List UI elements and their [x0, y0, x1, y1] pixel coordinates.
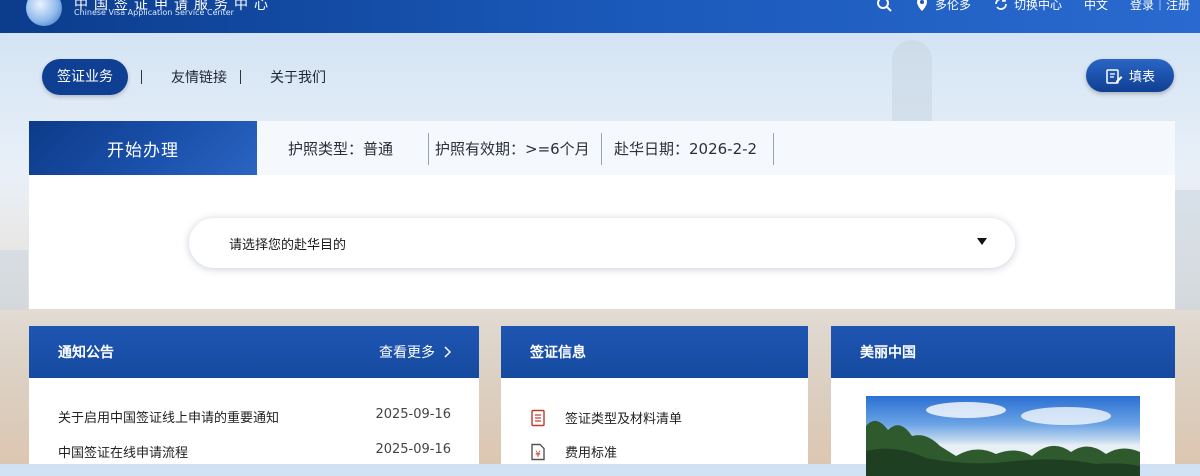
view-more-label: 查看更多 [379, 345, 435, 361]
visa-info-card-header: 签证信息 [501, 326, 808, 378]
background-building [1175, 190, 1200, 310]
login-register-link[interactable]: 登录｜注册 [1130, 0, 1190, 13]
nav-item-friendly-links[interactable]: 友情链接 [171, 67, 227, 87]
language-switch[interactable]: 中文 [1084, 0, 1108, 13]
nav-item-about-us[interactable]: 关于我们 [270, 67, 326, 87]
svg-text:¥: ¥ [535, 450, 541, 460]
search-icon [876, 0, 892, 12]
notices-card-header: 通知公告 查看更多 [29, 326, 479, 378]
fill-form-label: 填表 [1128, 70, 1155, 85]
switch-center-button[interactable]: 切换中心 [993, 0, 1062, 13]
landscape-photo[interactable] [866, 396, 1140, 476]
view-more-link[interactable]: 查看更多 [379, 342, 451, 362]
notice-item[interactable]: 关于启用中国签证线上申请的重要通知 [58, 407, 279, 426]
travel-purpose-select[interactable]: 请选择您的赴华目的 [189, 218, 1015, 268]
arrival-date-condition[interactable]: 赴华日期：2026-2-2 [614, 121, 757, 175]
beautiful-china-title: 美丽中国 [860, 345, 916, 361]
background-building [0, 250, 28, 310]
karst-mountains-image [866, 402, 1140, 476]
fee-icon: ¥ [531, 443, 545, 460]
condition-divider [428, 133, 429, 165]
notice-date: 2025-09-16 [375, 407, 451, 422]
start-application-tab[interactable]: 开始办理 [29, 121, 257, 175]
document-list-icon [531, 409, 545, 426]
form-edit-icon [1106, 68, 1123, 84]
notice-item[interactable]: 中国签证在线申请流程 [58, 442, 188, 461]
visa-types-link[interactable]: 签证类型及材料清单 [529, 408, 682, 427]
notices-title: 通知公告 [58, 345, 114, 361]
visa-types-label: 签证类型及材料清单 [565, 412, 683, 427]
travel-purpose-placeholder: 请选择您的赴华目的 [229, 238, 347, 253]
passport-type-condition[interactable]: 护照类型：普通 [288, 121, 393, 175]
switch-center-label: 切换中心 [1013, 0, 1062, 12]
location-selector[interactable]: 多伦多 [914, 0, 971, 13]
chevron-right-icon [444, 346, 451, 358]
location-pin-icon [916, 0, 927, 11]
start-application-panel: 开始办理 护照类型：普通 护照有效期：>=6个月 赴华日期：2026-2-2 [29, 121, 1175, 309]
logo-emblem[interactable] [26, 0, 62, 26]
main-nav: 签证业务 友情链接 关于我们 [42, 59, 326, 95]
visa-info-title: 签证信息 [530, 345, 586, 361]
search-button[interactable] [876, 0, 892, 12]
beautiful-china-card: 美丽中国 [831, 326, 1175, 476]
fee-standard-label: 费用标准 [565, 446, 618, 461]
nav-divider [240, 70, 241, 84]
nav-divider [141, 70, 142, 84]
top-header: 中国签证申请服务中心 Chinese Visa Application Serv… [0, 0, 1200, 33]
nav-item-visa-business[interactable]: 签证业务 [42, 59, 128, 95]
condition-divider [773, 133, 774, 165]
switch-center-icon [995, 0, 1007, 10]
beautiful-china-card-header: 美丽中国 [831, 326, 1175, 378]
notice-date: 2025-09-16 [375, 442, 451, 457]
logo-english-title: Chinese Visa Application Service Center [74, 8, 234, 17]
header-actions: 多伦多 切换中心 中文 登录｜注册 [876, 0, 1190, 14]
fee-standard-link[interactable]: ¥ 费用标准 [529, 442, 617, 461]
location-label: 多伦多 [934, 0, 971, 12]
notices-card: 通知公告 查看更多 关于启用中国签证线上申请的重要通知 2025-09-16 中… [29, 326, 479, 464]
panel-header: 开始办理 护照类型：普通 护照有效期：>=6个月 赴华日期：2026-2-2 [29, 121, 1175, 175]
condition-divider [601, 133, 602, 165]
passport-validity-condition[interactable]: 护照有效期：>=6个月 [435, 121, 590, 175]
dropdown-arrow-icon [977, 238, 987, 245]
background-temple [892, 40, 932, 130]
fill-form-button[interactable]: 填表 [1086, 59, 1174, 92]
visa-info-card: 签证信息 签证类型及材料清单 ¥ 费用标准 [501, 326, 808, 464]
